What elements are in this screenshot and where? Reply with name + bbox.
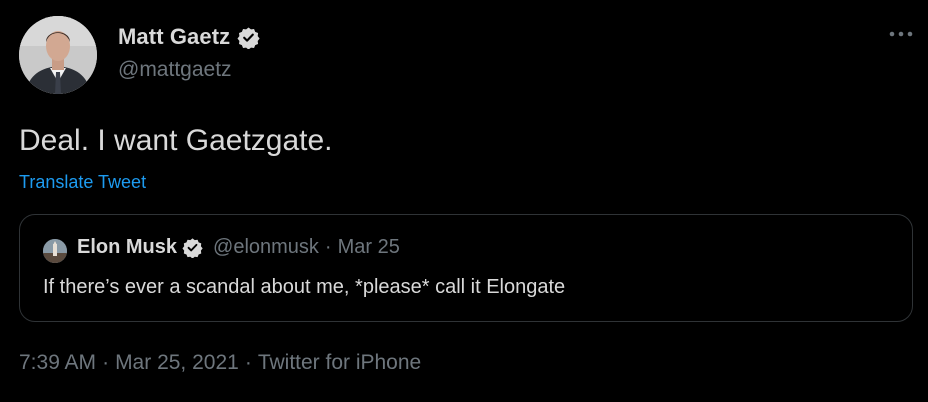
verified-badge-icon xyxy=(237,26,260,49)
quoted-tweet-card[interactable]: Elon Musk @elonmusk · Mar 25 If there’s … xyxy=(19,214,913,322)
tweet-time[interactable]: 7:39 AM xyxy=(19,351,96,375)
metadata-separator: · xyxy=(244,351,252,374)
more-options-button[interactable] xyxy=(886,24,916,44)
quoted-author-handle[interactable]: @elonmusk xyxy=(213,236,319,259)
author-handle[interactable]: @mattgaetz xyxy=(118,58,232,82)
quoted-avatar-photo-icon xyxy=(43,239,67,263)
tweet-source[interactable]: Twitter for iPhone xyxy=(258,351,421,375)
quoted-author-name[interactable]: Elon Musk xyxy=(77,236,177,259)
author-name[interactable]: Matt Gaetz xyxy=(118,24,230,50)
quoted-author-avatar[interactable] xyxy=(43,239,67,263)
avatar-photo-icon xyxy=(19,16,97,94)
quoted-tweet-text: If there’s ever a scandal about me, *ple… xyxy=(43,276,566,298)
quoted-verified-badge-icon xyxy=(182,238,203,258)
tweet-date[interactable]: Mar 25, 2021 xyxy=(115,351,239,375)
metadata-separator: · xyxy=(102,351,110,374)
tweet-container: Matt Gaetz @mattgaetz Deal. I want Gaetz… xyxy=(0,0,928,402)
author-avatar[interactable] xyxy=(19,16,97,94)
tweet-text: Deal. I want Gaetzgate. xyxy=(19,124,333,157)
quoted-meta-separator: · xyxy=(324,236,332,258)
quoted-tweet-header: Elon Musk @elonmusk · Mar 25 xyxy=(77,236,400,259)
tweet-metadata: 7:39 AM · Mar 25, 2021 · Twitter for iPh… xyxy=(19,351,421,375)
author-name-row: Matt Gaetz xyxy=(118,24,260,50)
more-horizontal-icon xyxy=(889,31,913,37)
quoted-tweet-date[interactable]: Mar 25 xyxy=(338,236,400,259)
translate-tweet-link[interactable]: Translate Tweet xyxy=(19,172,146,193)
